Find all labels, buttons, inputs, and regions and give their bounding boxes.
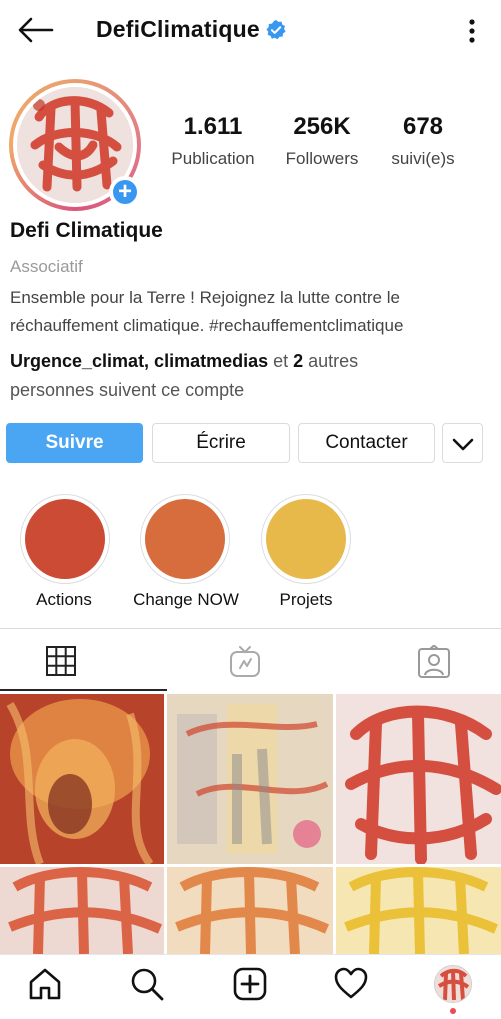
home-icon[interactable] — [27, 966, 63, 1002]
post-thumbnail[interactable] — [336, 867, 501, 954]
stat-following-value: 678 — [402, 113, 444, 140]
bio: Ensemble pour la Terre ! Rejoignez la lu… — [10, 284, 492, 340]
post-thumbnail[interactable] — [167, 694, 333, 864]
stat-followers-label: Followers — [285, 149, 359, 168]
posts-grid — [0, 694, 501, 954]
profile-tab-avatar[interactable] — [434, 965, 472, 1003]
tagged-icon[interactable] — [417, 645, 451, 679]
highlight-projets[interactable] — [266, 499, 346, 579]
stat-following[interactable]: 678 suivi(e)s — [378, 113, 468, 169]
display-name: Defi Climatique — [10, 219, 163, 242]
followed-by-count: 2 — [293, 351, 304, 371]
suggestions-dropdown-button[interactable] — [442, 423, 483, 463]
new-post-icon[interactable] — [232, 966, 268, 1002]
followed-by-names[interactable]: Urgence_climat, climatmedias — [10, 351, 268, 371]
plus-icon[interactable]: + — [113, 180, 137, 204]
notification-dot — [450, 1008, 456, 1014]
chevron-down-icon — [452, 438, 473, 451]
followed-by-and: et — [268, 351, 294, 371]
post-thumbnail[interactable] — [336, 694, 501, 864]
highlight-change-now[interactable] — [145, 499, 225, 579]
stat-followers[interactable]: 256K Followers — [272, 113, 372, 169]
bio-line-2: réchauffement climatique. #rechauffement… — [10, 316, 404, 335]
activity-heart-icon[interactable] — [333, 966, 369, 1002]
followed-by-rest-2: personnes suivent ce compte — [10, 380, 245, 400]
highlight-projets-label: Projets — [279, 590, 333, 609]
stat-posts[interactable]: 1.611 Publication — [160, 113, 266, 169]
post-thumbnail[interactable] — [167, 867, 333, 954]
highlight-actions-label: Actions — [36, 590, 92, 609]
post-thumbnail[interactable] — [0, 867, 164, 954]
stat-posts-value: 1.611 — [183, 113, 243, 140]
stat-posts-label: Publication — [171, 149, 255, 168]
followed-by[interactable]: Urgence_climat, climatmedias et 2 autres… — [10, 347, 492, 405]
stat-following-label: suivi(e)s — [391, 149, 455, 168]
more-options-icon[interactable] — [462, 16, 482, 46]
highlight-change-now-label: Change NOW — [133, 590, 239, 609]
tabs-divider — [0, 628, 501, 629]
contact-button[interactable]: Contacter — [298, 423, 435, 463]
igtv-icon[interactable] — [228, 646, 262, 678]
verified-badge-icon — [266, 19, 286, 40]
bio-line-1: Ensemble pour la Terre ! Rejoignez la lu… — [10, 288, 400, 307]
stat-followers-value: 256K — [293, 113, 351, 140]
search-icon[interactable] — [129, 966, 165, 1002]
back-arrow-icon[interactable] — [16, 14, 56, 46]
follow-button[interactable]: Suivre — [6, 423, 143, 463]
active-tab-indicator — [0, 689, 167, 691]
message-button[interactable]: Écrire — [152, 423, 290, 463]
account-category: Associatif — [10, 257, 83, 276]
post-thumbnail[interactable] — [0, 694, 164, 864]
followed-by-rest-1: autres — [303, 351, 359, 371]
profile-username: DefiClimatique — [96, 16, 260, 42]
grid-icon[interactable] — [45, 645, 77, 677]
highlight-actions[interactable] — [25, 499, 105, 579]
